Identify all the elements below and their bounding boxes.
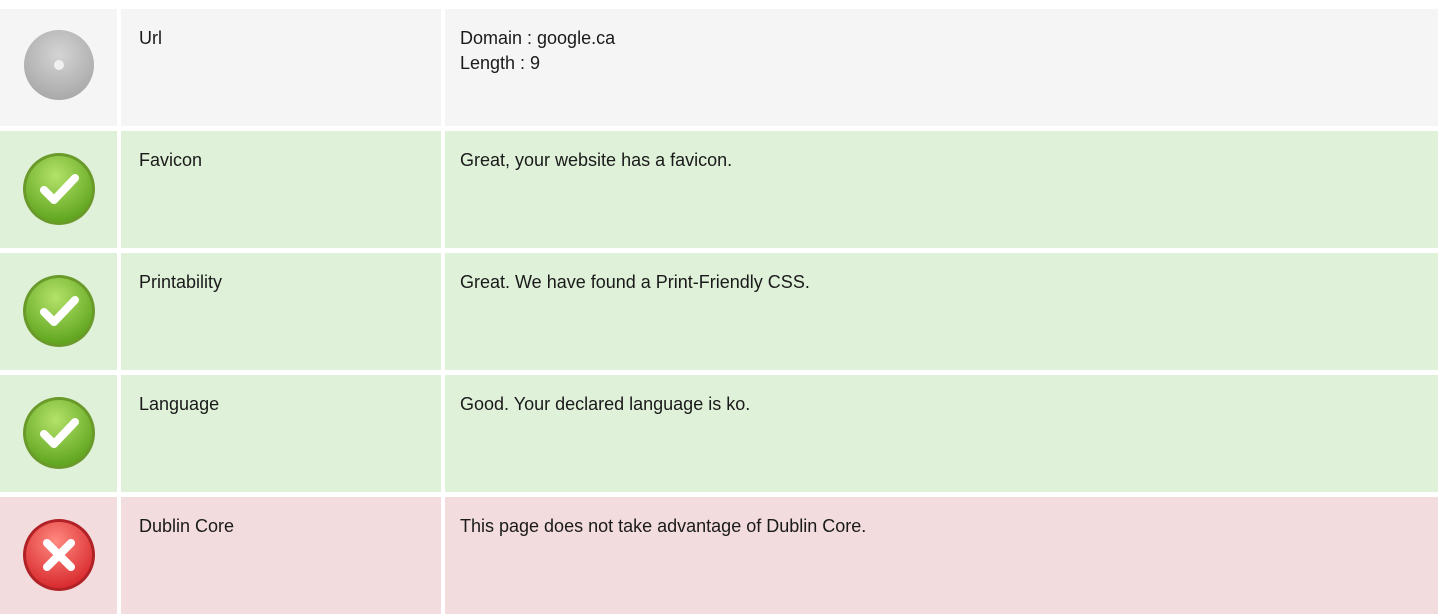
green-check-icon [19, 393, 99, 473]
row-printability-icon-cell [0, 253, 117, 370]
row-dublin-core-value: This page does not take advantage of Dub… [445, 497, 1438, 614]
row-dublin-core-label: Dublin Core [121, 497, 441, 614]
url-domain-text: Domain : google.ca [460, 28, 616, 48]
seo-report-table: Url Domain : google.ca Length : 9 Favico… [0, 9, 1438, 614]
printability-result-text: Great. We have found a Print-Friendly CS… [460, 272, 810, 292]
row-language-value: Good. Your declared language is ko. [445, 375, 1438, 492]
row-favicon-icon-cell [0, 131, 117, 248]
row-favicon-label: Favicon [121, 131, 441, 248]
green-check-icon [19, 271, 99, 351]
row-printability-label: Printability [121, 253, 441, 370]
row-language-label: Language [121, 375, 441, 492]
row-url-label: Url [121, 9, 441, 126]
row-dublin-core-icon-cell [0, 497, 117, 614]
language-result-text: Good. Your declared language is ko. [460, 394, 751, 414]
row-favicon-value: Great, your website has a favicon. [445, 131, 1438, 248]
green-check-icon [19, 149, 99, 229]
row-printability-value: Great. We have found a Print-Friendly CS… [445, 253, 1438, 370]
neutral-disc-icon [21, 27, 97, 103]
url-length-text: Length : 9 [460, 53, 541, 73]
red-cross-icon [19, 515, 99, 595]
favicon-result-text: Great, your website has a favicon. [460, 150, 733, 170]
row-url-value: Domain : google.ca Length : 9 [445, 9, 1438, 126]
row-url-icon-cell [0, 9, 117, 126]
dublin-core-result-text: This page does not take advantage of Dub… [460, 516, 867, 536]
row-language-icon-cell [0, 375, 117, 492]
